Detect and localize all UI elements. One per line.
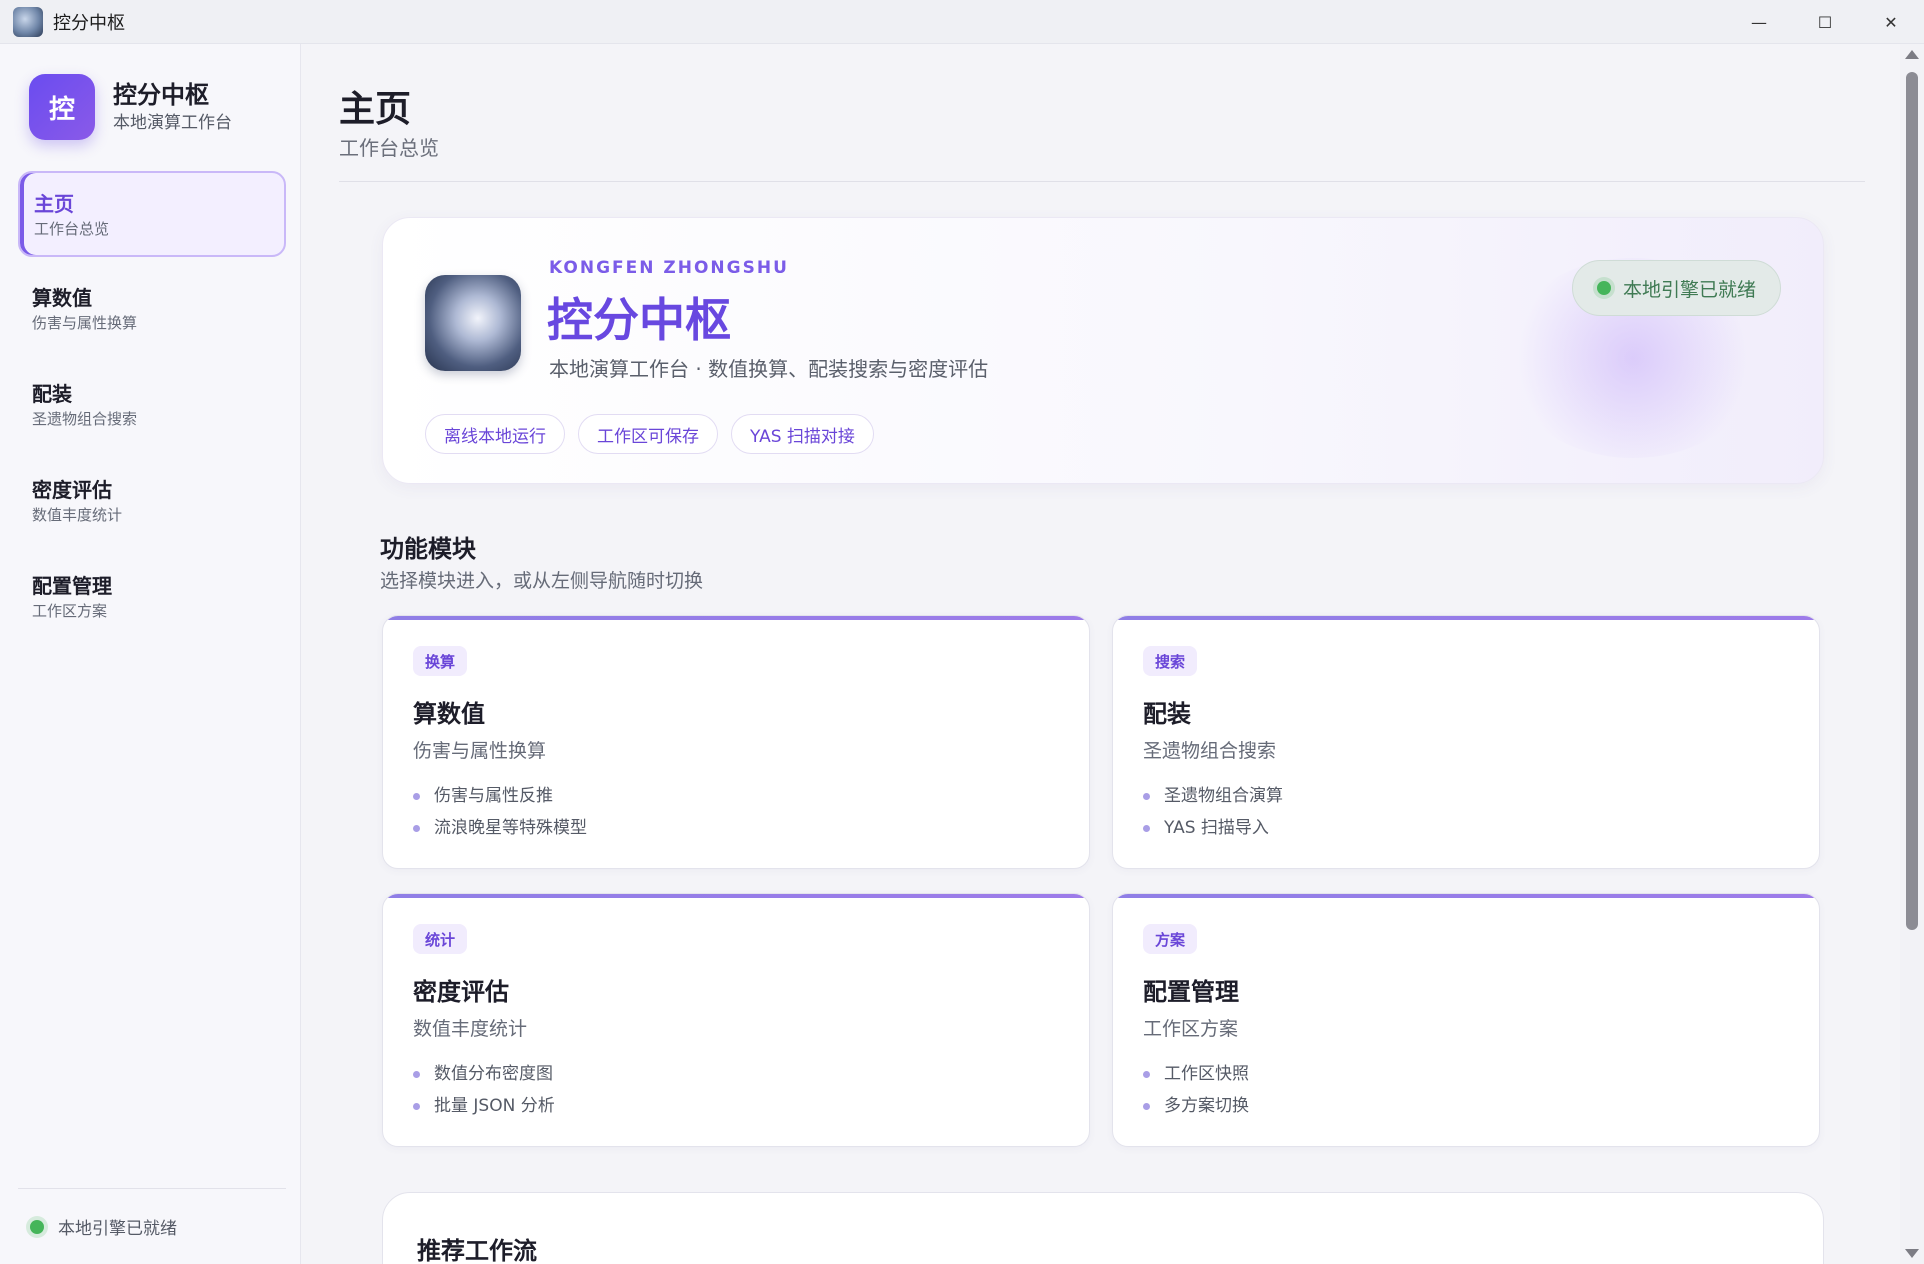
page-title: 主页 [339,89,412,130]
module-points: 数值分布密度图 批量 JSON 分析 [413,1058,555,1122]
module-badge: 搜索 [1143,646,1198,676]
sidebar-item-density[interactable]: 密度评估 数值丰度统计 [18,459,286,545]
module-badge: 统计 [413,924,468,954]
module-title: 配置管理 [1143,978,1239,1006]
module-title: 算数值 [413,700,485,728]
hero-tags: 离线本地运行 工作区可保存 YAS 扫描对接 [425,414,874,454]
sidebar-item-sub: 数值丰度统计 [32,506,123,524]
module-card-density[interactable]: 统计 密度评估 数值丰度统计 数值分布密度图 批量 JSON 分析 [382,893,1090,1147]
main-content: 主页 工作台总览 KONGFEN ZHONGSHU 控分中枢 本地演算工作台 ·… [302,44,1900,1264]
vertical-scrollbar[interactable] [1900,44,1924,1264]
sidebar-item-label: 配装 [32,382,72,406]
title-bar: 控分中枢 — ☐ ✕ [0,0,1924,44]
sidebar-item-calc[interactable]: 算数值 伤害与属性换算 [18,267,286,353]
module-points: 圣遗物组合演算 YAS 扫描导入 [1143,780,1283,844]
brand: 控 控分中枢 本地演算工作台 [29,74,232,140]
module-subtitle: 伤害与属性换算 [413,740,547,762]
sidebar-status-text: 本地引擎已就绪 [58,1219,177,1239]
sidebar-item-label: 配置管理 [32,574,112,598]
sidebar-item-sub: 圣遗物组合搜索 [32,410,138,428]
module-point: 数值分布密度图 [413,1058,555,1090]
sidebar-item-build[interactable]: 配装 圣遗物组合搜索 [18,363,286,449]
modules-title: 功能模块 [380,535,476,563]
sidebar-status: 本地引擎已就绪 [18,1188,286,1264]
sidebar-item-label: 主页 [34,192,74,216]
brand-logo: 控 [29,74,95,140]
sidebar-item-sub: 伤害与属性换算 [32,314,138,332]
module-point: 工作区快照 [1143,1058,1249,1090]
scroll-up-arrow-icon[interactable] [1905,50,1919,59]
hero-tag: YAS 扫描对接 [731,414,874,454]
sidebar-item-label: 密度评估 [32,478,112,502]
hero-description: 本地演算工作台 · 数值换算、配装搜索与密度评估 [549,357,989,381]
sidebar-item-sub: 工作区方案 [32,602,108,620]
sidebar-item-config[interactable]: 配置管理 工作区方案 [18,555,286,641]
hero-tag: 离线本地运行 [425,414,565,454]
status-dot-icon [30,1219,44,1234]
brand-subtitle: 本地演算工作台 [113,113,232,133]
page-subtitle: 工作台总览 [339,136,439,160]
module-badge: 方案 [1143,924,1198,954]
module-card-calc[interactable]: 换算 算数值 伤害与属性换算 伤害与属性反推 流浪晚星等特殊模型 [382,615,1090,869]
module-subtitle: 数值丰度统计 [413,1018,528,1040]
workflow-title: 推荐工作流 [417,1237,537,1264]
engine-status-text: 本地引擎已就绪 [1622,278,1756,301]
module-title: 配装 [1143,700,1191,728]
hero-card: KONGFEN ZHONGSHU 控分中枢 本地演算工作台 · 数值换算、配装搜… [382,217,1824,484]
engine-status-badge: 本地引擎已就绪 [1571,260,1781,316]
module-points: 工作区快照 多方案切换 [1143,1058,1249,1122]
module-point: 圣遗物组合演算 [1143,780,1283,812]
module-point: 批量 JSON 分析 [413,1090,555,1122]
window-controls: — ☐ ✕ [1726,0,1924,44]
module-card-build[interactable]: 搜索 配装 圣遗物组合搜索 圣遗物组合演算 YAS 扫描导入 [1112,615,1820,869]
close-button[interactable]: ✕ [1858,0,1924,44]
module-points: 伤害与属性反推 流浪晚星等特殊模型 [413,780,587,844]
module-badge: 换算 [413,646,468,676]
module-subtitle: 圣遗物组合搜索 [1143,740,1277,762]
modules-subtitle: 选择模块进入，或从左侧导航随时切换 [380,570,704,592]
sidebar-item-label: 算数值 [32,286,92,310]
hero-eyebrow: KONGFEN ZHONGSHU [549,258,789,278]
brand-title: 控分中枢 [113,81,209,109]
hero-avatar [425,275,521,371]
sidebar-nav: 主页 工作台总览 算数值 伤害与属性换算 配装 圣遗物组合搜索 密度评估 数值丰… [18,171,286,651]
minimize-button[interactable]: — [1726,0,1792,44]
workflow-panel: 推荐工作流 [382,1192,1824,1264]
scrollbar-thumb[interactable] [1906,72,1918,930]
module-point: 流浪晚星等特殊模型 [413,812,587,844]
sidebar-item-home[interactable]: 主页 工作台总览 [18,171,286,257]
hero-title: 控分中枢 [547,293,731,347]
maximize-button[interactable]: ☐ [1792,0,1858,44]
sidebar-item-sub: 工作台总览 [34,220,110,238]
scroll-down-arrow-icon[interactable] [1905,1249,1919,1258]
status-dot-icon [1596,281,1611,295]
module-point: 伤害与属性反推 [413,780,587,812]
module-point: YAS 扫描导入 [1143,812,1283,844]
module-card-config[interactable]: 方案 配置管理 工作区方案 工作区快照 多方案切换 [1112,893,1820,1147]
hero-tag: 工作区可保存 [578,414,718,454]
module-point: 多方案切换 [1143,1090,1249,1122]
module-title: 密度评估 [413,978,509,1006]
sidebar: 控 控分中枢 本地演算工作台 主页 工作台总览 算数值 伤害与属性换算 配装 圣… [0,44,301,1264]
window-title: 控分中枢 [53,12,125,34]
header-divider [339,181,1865,182]
app-icon [13,6,43,37]
module-subtitle: 工作区方案 [1143,1018,1239,1040]
